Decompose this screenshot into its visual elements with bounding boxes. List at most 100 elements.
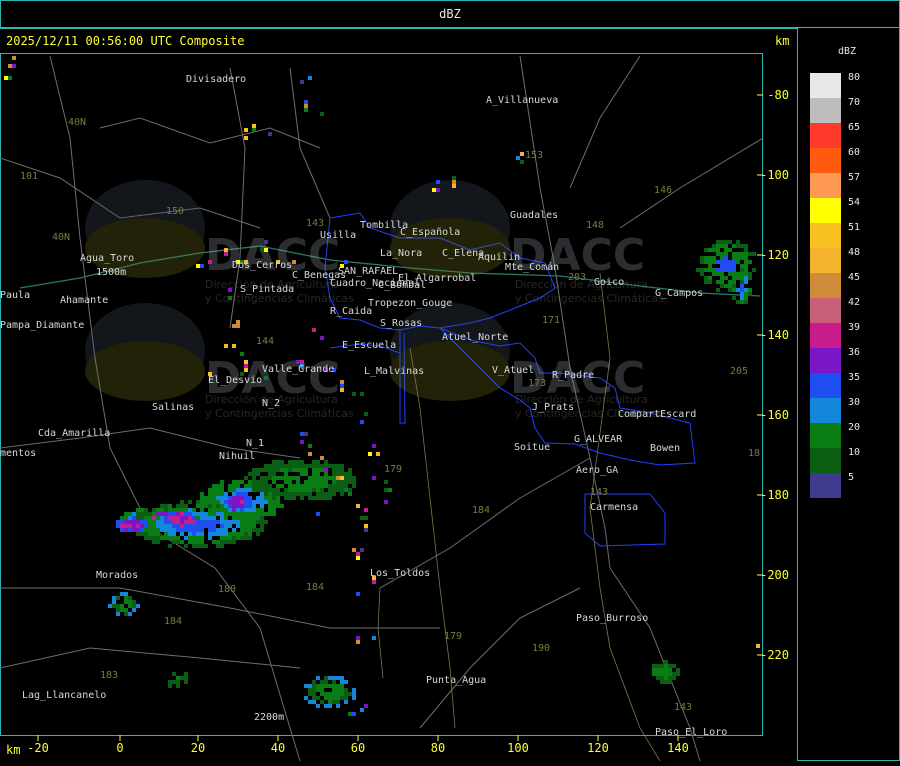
echo-cell: [132, 520, 136, 524]
echo-cell: [212, 520, 216, 524]
echo-cell: [356, 552, 360, 556]
echo-cell: [656, 672, 660, 676]
echo-cell: [164, 504, 168, 508]
echo-cell: [344, 260, 348, 264]
echo-cell: [316, 676, 320, 680]
echo-cell: [124, 520, 128, 524]
echo-cell: [128, 528, 132, 532]
echo-cell: [308, 692, 312, 696]
echo-cell: [664, 668, 668, 672]
echo-cell: [384, 480, 388, 484]
echo-cell: [744, 248, 748, 252]
echo-cell: [180, 512, 184, 516]
echo-cell: [124, 524, 128, 528]
echo-cell: [292, 260, 296, 264]
echo-cell: [344, 476, 348, 480]
echo-cell: [724, 284, 728, 288]
echo-cell: [292, 460, 296, 464]
echo-cell: [260, 508, 264, 512]
echo-cell: [732, 264, 736, 268]
echo-cell: [316, 696, 320, 700]
place-label: A_Villanueva: [486, 95, 558, 106]
echo-cell: [304, 104, 308, 108]
echo-cell: [708, 248, 712, 252]
echo-cell: [128, 604, 132, 608]
echo-cell: [188, 508, 192, 512]
echo-cell: [148, 528, 152, 532]
echo-cell: [332, 688, 336, 692]
echo-cell: [740, 280, 744, 284]
route-number: 179: [444, 631, 462, 642]
echo-cell: [272, 464, 276, 468]
echo-cell: [320, 112, 324, 116]
echo-cell: [668, 664, 672, 668]
echo-cell: [248, 536, 252, 540]
place-label: 1500m: [96, 267, 126, 278]
route-number: 190: [532, 643, 550, 654]
echo-cell: [248, 472, 252, 476]
echo-cell: [232, 540, 236, 544]
route-number: 184: [472, 505, 490, 516]
echo-cell: [308, 452, 312, 456]
legend-value-label: 5: [848, 472, 854, 483]
echo-cell: [264, 512, 268, 516]
echo-cell: [236, 320, 240, 324]
echo-cell: [128, 524, 132, 528]
echo-cell: [736, 260, 740, 264]
echo-cell: [184, 676, 188, 680]
echo-cell: [248, 524, 252, 528]
echo-cell: [192, 536, 196, 540]
x-tick-label: 0: [116, 741, 123, 755]
legend-value-label: 54: [848, 197, 860, 208]
echo-cell: [220, 480, 224, 484]
echo-cell: [284, 496, 288, 500]
echo-cell: [244, 476, 248, 480]
echo-cell: [124, 592, 128, 596]
echo-cell: [320, 464, 324, 468]
echo-cell: [280, 468, 284, 472]
echo-cell: [244, 528, 248, 532]
x-tick-label: 80: [431, 741, 445, 755]
echo-cell: [248, 496, 252, 500]
echo-cell: [248, 484, 252, 488]
echo-cell: [180, 508, 184, 512]
echo-cell: [232, 532, 236, 536]
echo-cell: [324, 476, 328, 480]
echo-cell: [284, 472, 288, 476]
echo-cell: [720, 252, 724, 256]
echo-cell: [312, 688, 316, 692]
echo-cell: [656, 664, 660, 668]
echo-cell: [272, 460, 276, 464]
echo-cell: [252, 484, 256, 488]
place-label: Paula: [0, 290, 30, 301]
echo-cell: [152, 524, 156, 528]
legend-value-label: 42: [848, 297, 860, 308]
echo-cell: [672, 664, 676, 668]
echo-cell: [216, 508, 220, 512]
echo-cell: [160, 512, 164, 516]
echo-cell: [108, 604, 112, 608]
echo-cell: [240, 524, 244, 528]
echo-cell: [352, 480, 356, 484]
title-bar: dBZ: [0, 0, 900, 28]
echo-cell: [328, 704, 332, 708]
echo-cell: [184, 520, 188, 524]
echo-cell: [128, 596, 132, 600]
echo-cell: [220, 496, 224, 500]
echo-cell: [384, 500, 388, 504]
legend-swatch-35: [810, 373, 841, 398]
echo-cell: [748, 276, 752, 280]
radar-map[interactable]: 2025/12/11 00:56:00 UTC Composite km km: [0, 28, 797, 761]
echo-cell: [168, 516, 172, 520]
echo-cell: [436, 180, 440, 184]
echo-cell: [248, 488, 252, 492]
echo-cell: [184, 536, 188, 540]
place-label: S_Rosas: [380, 318, 422, 329]
echo-cell: [672, 676, 676, 680]
echo-cell: [320, 336, 324, 340]
echo-cell: [264, 240, 268, 244]
echo-cell: [704, 280, 708, 284]
echo-cell: [252, 468, 256, 472]
echo-cell: [220, 488, 224, 492]
echo-cell: [160, 516, 164, 520]
